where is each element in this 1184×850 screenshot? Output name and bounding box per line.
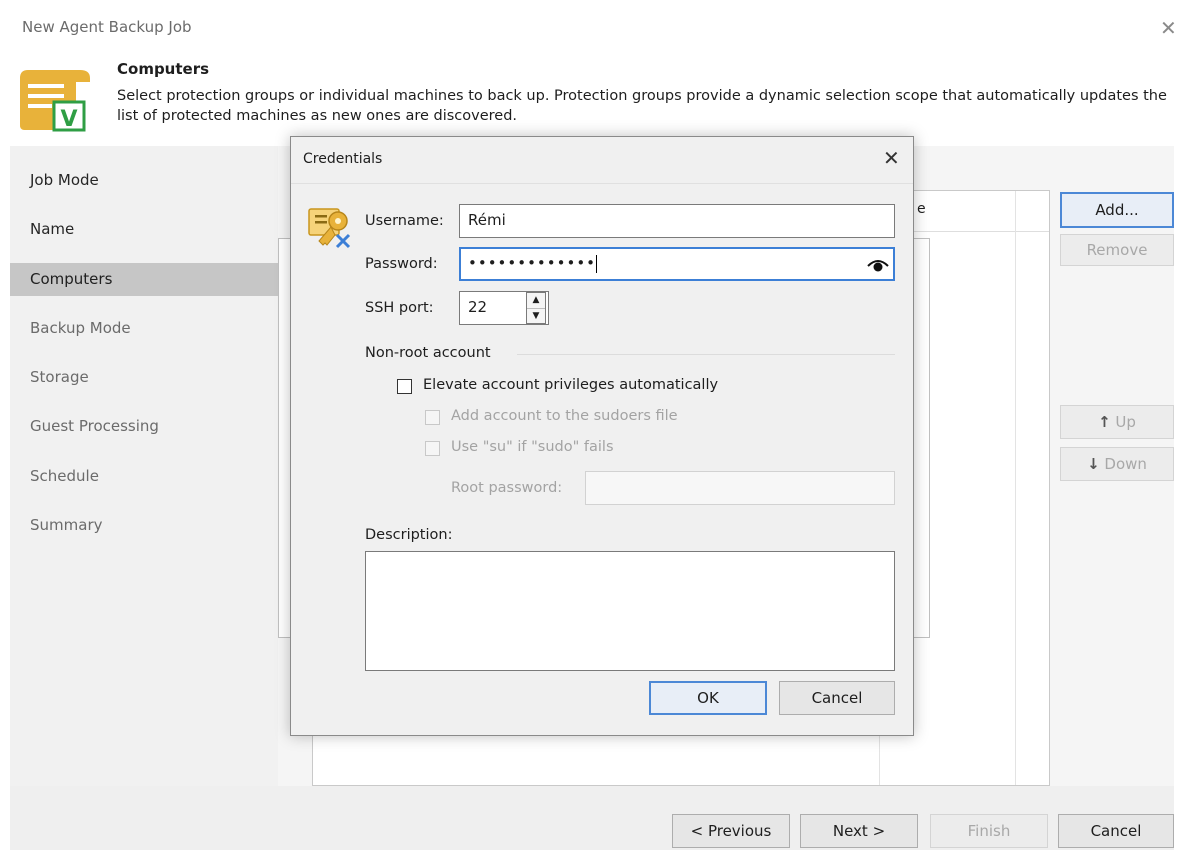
password-field[interactable]: ••••••••••••• [459, 247, 895, 281]
description-label: Description: [365, 527, 453, 543]
dialog-cancel-button[interactable]: Cancel [779, 681, 895, 715]
step-name[interactable]: Name [10, 213, 278, 246]
remove-button[interactable]: Remove [1060, 234, 1174, 266]
group-divider [517, 354, 895, 355]
next-button[interactable]: Next > [800, 814, 918, 848]
ok-button[interactable]: OK [649, 681, 767, 715]
credentials-dialog: Credentials ✕ Username: Rémi Password: •… [290, 136, 914, 736]
computers-job-icon: V [18, 66, 100, 134]
window-title: New Agent Backup Job [22, 18, 192, 36]
step-backup-mode[interactable]: Backup Mode [10, 312, 278, 345]
column-header[interactable]: e [917, 201, 926, 217]
ssh-port-stepper[interactable]: ▲ ▼ [526, 292, 546, 324]
column-divider [1015, 191, 1016, 785]
root-password-label: Root password: [451, 480, 563, 496]
ssh-port-label: SSH port: [365, 300, 434, 316]
svg-text:V: V [60, 107, 77, 132]
description-textarea[interactable] [365, 551, 895, 671]
password-label: Password: [365, 256, 438, 272]
elevate-label[interactable]: Elevate account privileges automatically [423, 377, 718, 393]
stepper-up-icon[interactable]: ▲ [527, 293, 545, 309]
previous-button[interactable]: < Previous [672, 814, 790, 848]
non-root-group-label: Non-root account [365, 345, 491, 361]
step-computers[interactable]: Computers [10, 263, 278, 296]
use-su-label: Use "su" if "sudo" fails [451, 439, 614, 455]
password-value: ••••••••••••• [468, 254, 597, 272]
up-button[interactable]: ↑ Up [1060, 405, 1174, 439]
step-storage[interactable]: Storage [10, 361, 278, 394]
sudoers-checkbox[interactable] [425, 410, 440, 425]
dialog-divider [291, 183, 913, 184]
sudoers-label: Add account to the sudoers file [451, 408, 678, 424]
eye-icon[interactable] [867, 254, 889, 274]
use-su-checkbox[interactable] [425, 441, 440, 456]
down-button[interactable]: ↓ Down [1060, 447, 1174, 481]
page-title: Computers [117, 60, 210, 78]
step-schedule[interactable]: Schedule [10, 460, 278, 493]
cancel-button[interactable]: Cancel [1058, 814, 1174, 848]
dialog-title: Credentials [303, 151, 383, 167]
step-summary[interactable]: Summary [10, 509, 278, 542]
elevate-checkbox[interactable] [397, 379, 412, 394]
page-description: Select protection groups or individual m… [117, 88, 1167, 124]
step-guest-processing[interactable]: Guest Processing [10, 410, 278, 443]
down-button-label: Down [1104, 455, 1147, 473]
finish-button[interactable]: Finish [930, 814, 1048, 848]
stepper-down-icon[interactable]: ▼ [527, 309, 545, 324]
credentials-key-icon [307, 203, 355, 251]
text-cursor [596, 254, 598, 273]
root-password-field[interactable] [585, 471, 895, 505]
step-job-mode[interactable]: Job Mode [10, 164, 278, 197]
up-button-label: Up [1115, 413, 1136, 431]
arrow-down-icon: ↓ [1087, 455, 1100, 473]
dialog-close-button[interactable]: ✕ [883, 146, 900, 170]
username-field[interactable]: Rémi [459, 204, 895, 238]
arrow-up-icon: ↑ [1098, 413, 1111, 431]
window-close-button[interactable]: ✕ [1160, 16, 1177, 40]
add-button[interactable]: Add... [1060, 192, 1174, 228]
username-label: Username: [365, 213, 444, 229]
wizard-steps-sidebar: Job Mode Name Computers Backup Mode Stor… [10, 146, 278, 786]
